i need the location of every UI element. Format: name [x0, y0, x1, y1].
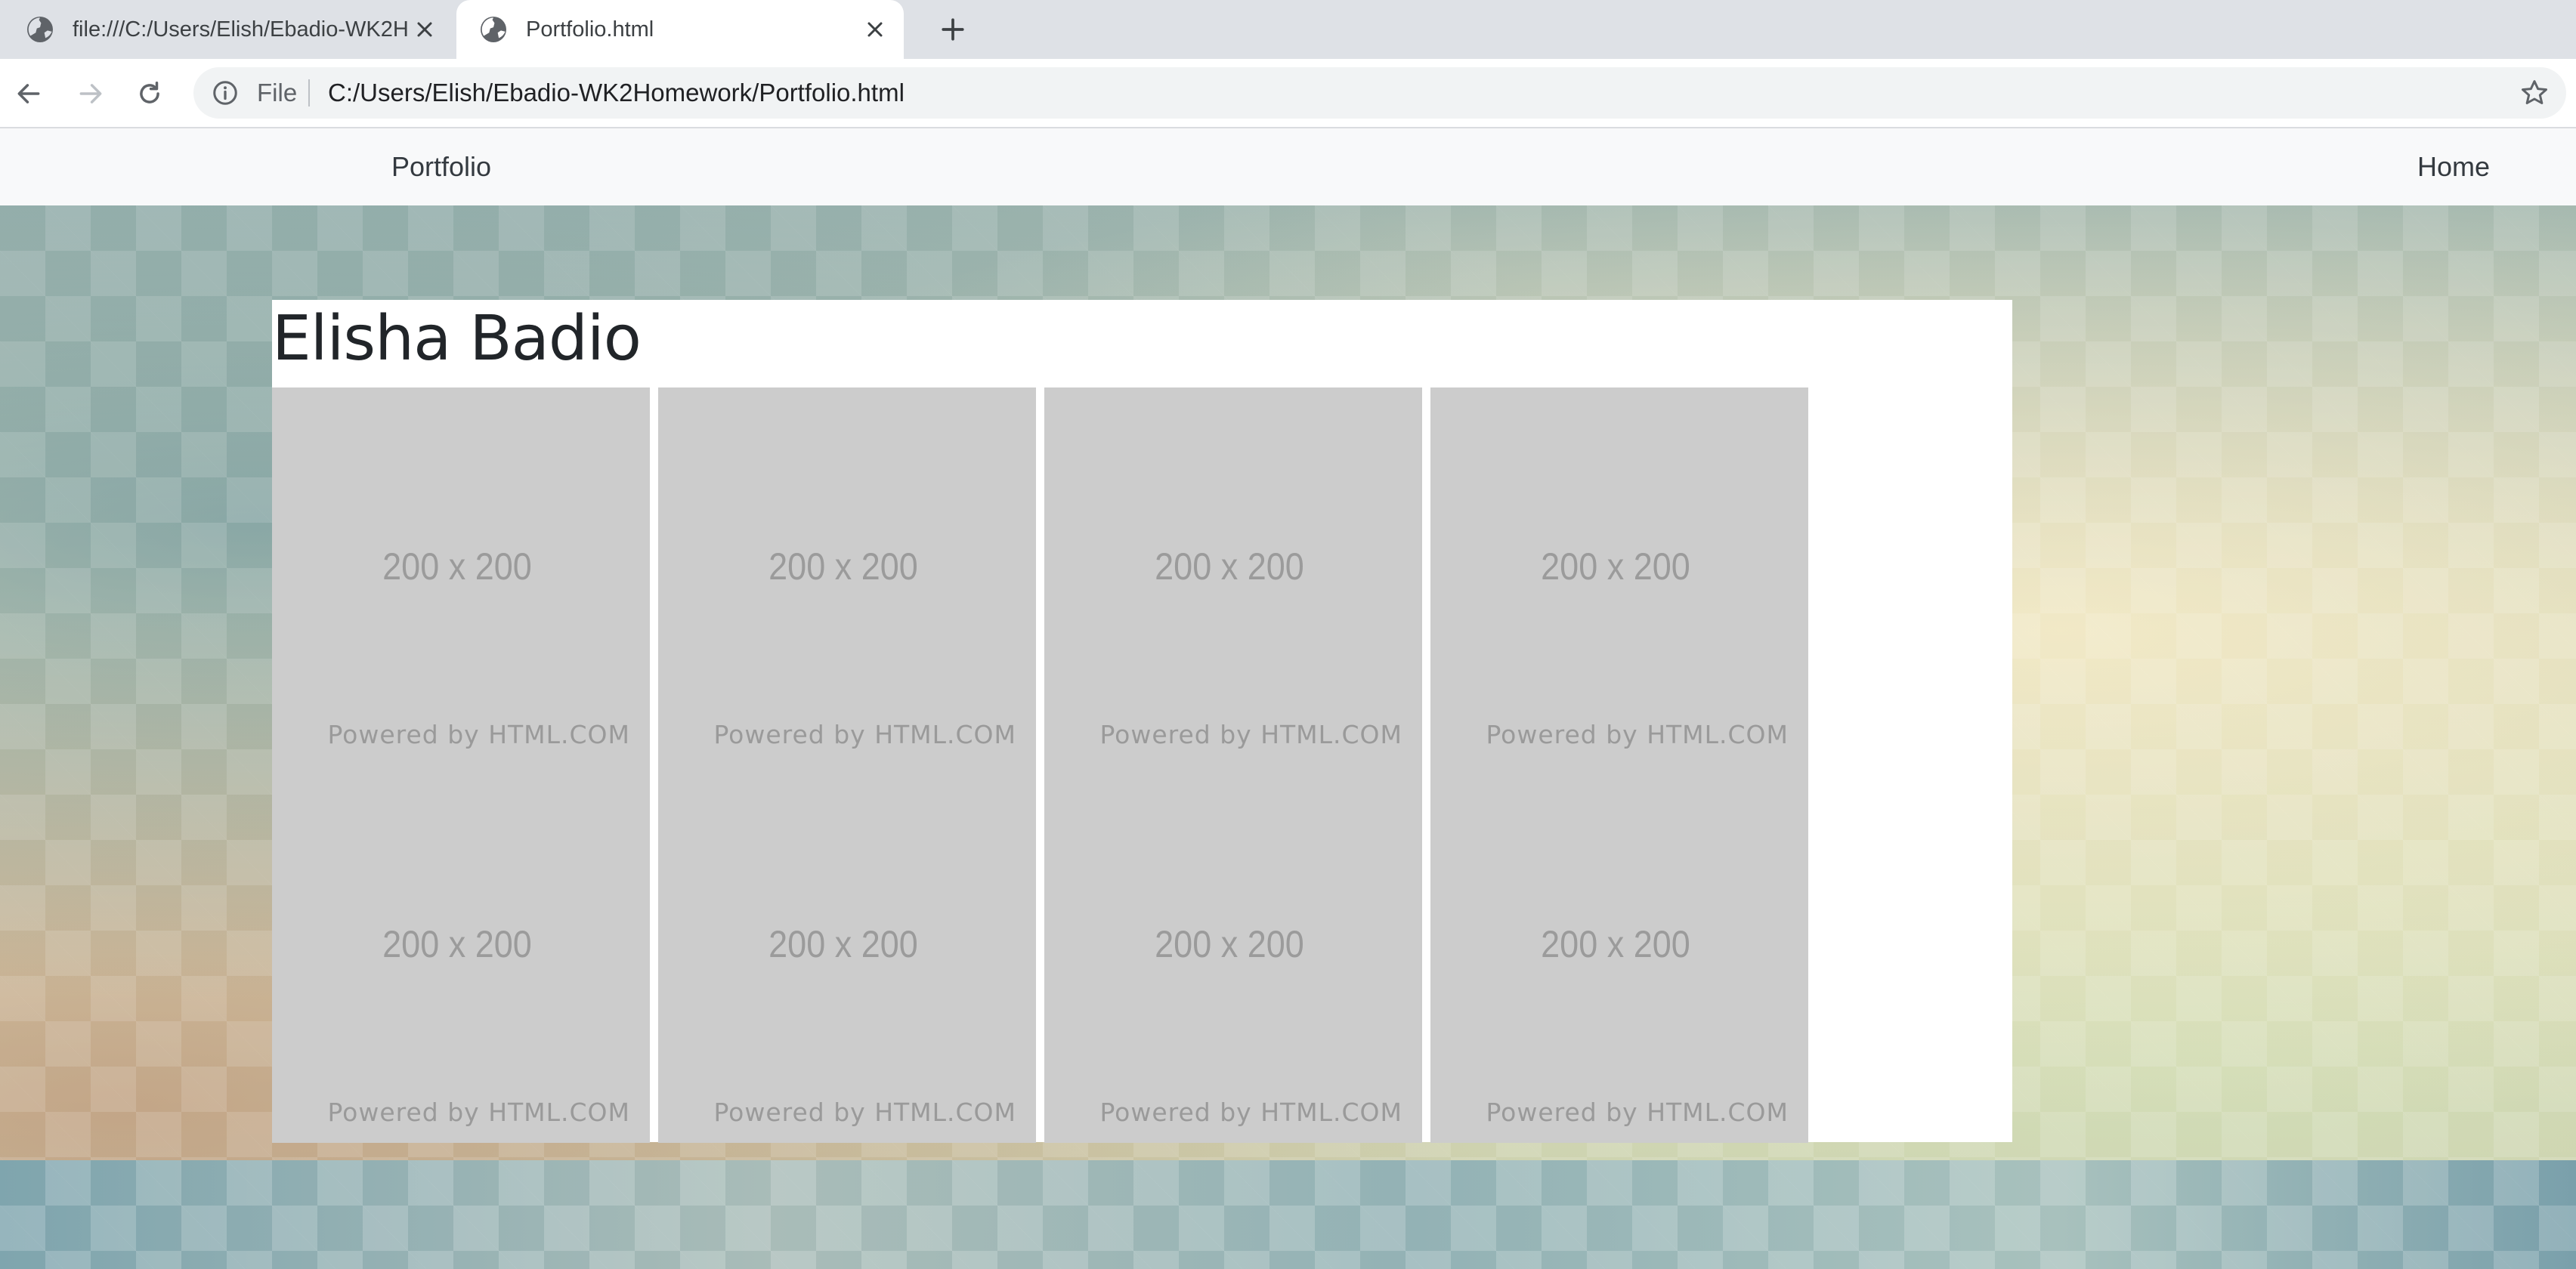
- placeholder-size-text: 200 x 200: [382, 545, 532, 588]
- tab-strip: file:///C:/Users/Elish/Ebadio-WK2Homewor…: [0, 0, 2576, 59]
- back-arrow-icon: [17, 84, 40, 103]
- tab-file-url[interactable]: file:///C:/Users/Elish/Ebadio-WK2Homewor…: [0, 0, 453, 59]
- nav-link-home[interactable]: Home: [2417, 128, 2490, 205]
- placeholder-image: 200 x 200 Powered by HTML.COM: [658, 387, 1036, 765]
- placeholder-size-text: 200 x 200: [1155, 545, 1304, 588]
- image-grid: 200 x 200 Powered by HTML.COM 200 x 200 …: [272, 387, 1814, 1143]
- placeholder-image: 200 x 200 Powered by HTML.COM: [272, 387, 650, 765]
- reload-icon: [140, 82, 159, 103]
- tab-title: file:///C:/Users/Elish/Ebadio-WK2Homewor…: [73, 17, 410, 42]
- placeholder-credit: Powered by HTML.COM: [1486, 1098, 1789, 1127]
- placeholder-credit: Powered by HTML.COM: [713, 720, 1016, 749]
- close-icon[interactable]: [410, 14, 440, 45]
- star-icon[interactable]: [2519, 78, 2550, 108]
- close-icon[interactable]: [860, 14, 890, 45]
- footer-background: [0, 1160, 2576, 1269]
- placeholder-credit: Powered by HTML.COM: [713, 1098, 1016, 1127]
- browser-toolbar: File C:/Users/Elish/Ebadio-WK2Homework/P…: [0, 59, 2576, 128]
- placeholder-credit: Powered by HTML.COM: [327, 720, 630, 749]
- placeholder-size-text: 200 x 200: [1541, 923, 1690, 965]
- placeholder-image: 200 x 200 Powered by HTML.COM: [1430, 765, 1808, 1143]
- page-title: Elisha Badio: [272, 303, 642, 375]
- placeholder-size-text: 200 x 200: [382, 923, 532, 965]
- placeholder-image: 200 x 200 Powered by HTML.COM: [1044, 765, 1422, 1143]
- navbar-brand[interactable]: Portfolio: [391, 128, 491, 205]
- placeholder-credit: Powered by HTML.COM: [1486, 720, 1789, 749]
- omnibox-divider: [308, 79, 310, 107]
- address-bar[interactable]: File C:/Users/Elish/Ebadio-WK2Homework/P…: [193, 67, 2566, 119]
- site-navbar: Portfolio Home: [0, 128, 2576, 205]
- placeholder-size-text: 200 x 200: [1541, 545, 1690, 588]
- placeholder-image: 200 x 200 Powered by HTML.COM: [658, 765, 1036, 1143]
- globe-icon: [481, 17, 506, 42]
- placeholder-image: 200 x 200 Powered by HTML.COM: [1430, 387, 1808, 765]
- forward-arrow-icon: [79, 84, 102, 103]
- placeholder-credit: Powered by HTML.COM: [1099, 1098, 1402, 1127]
- tab-portfolio[interactable]: Portfolio.html: [456, 0, 904, 59]
- placeholder-size-text: 200 x 200: [1155, 923, 1304, 965]
- placeholder-credit: Powered by HTML.COM: [1099, 720, 1402, 749]
- placeholder-credit: Powered by HTML.COM: [327, 1098, 630, 1127]
- portfolio-container: Elisha Badio 200 x 200 Powered by HTML.C…: [272, 300, 2012, 1143]
- new-tab-button[interactable]: [934, 11, 972, 48]
- forward-button[interactable]: [70, 73, 112, 115]
- placeholder-image: 200 x 200 Powered by HTML.COM: [272, 765, 650, 1143]
- plus-icon: [942, 18, 964, 41]
- info-icon[interactable]: [212, 79, 239, 107]
- globe-icon: [27, 17, 53, 42]
- scheme-label: File: [257, 79, 298, 107]
- reload-button[interactable]: [128, 73, 171, 115]
- tab-title: Portfolio.html: [526, 17, 654, 42]
- placeholder-image: 200 x 200 Powered by HTML.COM: [1044, 387, 1422, 765]
- url-text[interactable]: C:/Users/Elish/Ebadio-WK2Homework/Portfo…: [328, 67, 905, 119]
- placeholder-size-text: 200 x 200: [768, 923, 918, 965]
- placeholder-size-text: 200 x 200: [768, 545, 918, 588]
- back-button[interactable]: [8, 73, 50, 115]
